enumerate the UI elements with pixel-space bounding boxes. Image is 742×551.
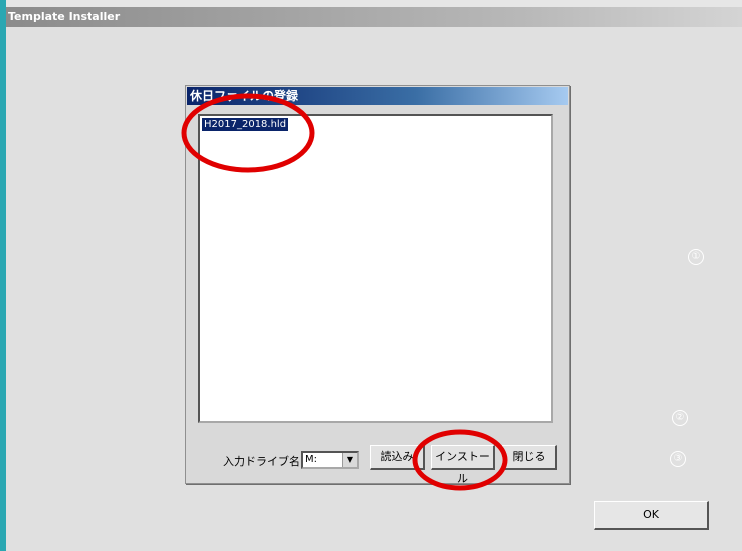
titlebar-top xyxy=(6,0,742,7)
chevron-down-icon[interactable]: ▼ xyxy=(342,453,357,467)
drive-value: M: xyxy=(305,454,317,465)
dialog-title: 休日ファイルの登録 xyxy=(187,87,568,105)
ok-button[interactable]: OK xyxy=(594,501,709,530)
file-listbox[interactable]: H2017_2018.hld xyxy=(198,114,553,423)
drive-label: 入力ドライブ名 xyxy=(223,455,300,468)
list-item[interactable]: H2017_2018.hld xyxy=(202,118,289,131)
step-marker-2: ② xyxy=(672,410,688,426)
left-edge-strip xyxy=(0,0,6,551)
drive-select[interactable]: M: ▼ xyxy=(301,451,359,469)
window-titlebar: Template Installer xyxy=(6,7,742,27)
holiday-file-dialog: 休日ファイルの登録 H2017_2018.hld 入力ドライブ名 M: ▼ 読込… xyxy=(185,85,570,485)
window-title: Template Installer xyxy=(8,10,121,23)
read-button[interactable]: 読込み xyxy=(370,445,425,470)
install-button[interactable]: インストール xyxy=(431,445,495,485)
step-marker-3: ③ xyxy=(670,451,686,467)
step-marker-1: ① xyxy=(688,249,704,265)
close-button[interactable]: 閉じる xyxy=(502,445,557,470)
